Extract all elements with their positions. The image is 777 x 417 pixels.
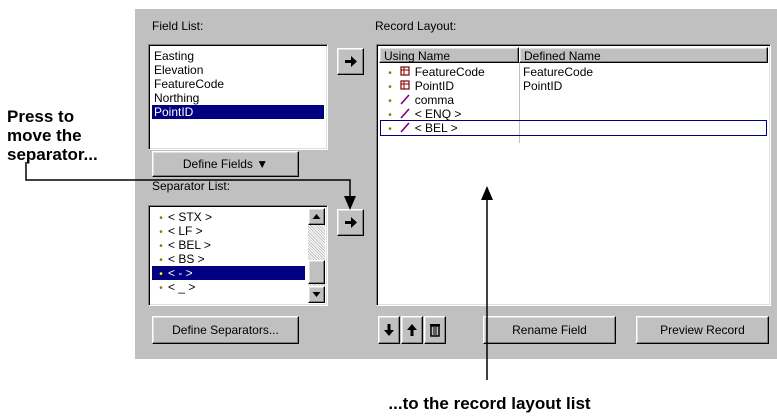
callout-bottom: ...to the record layout list (0, 394, 777, 413)
callout-lines (25, 162, 493, 380)
callout-bottom-text: ...to the record layout list (388, 394, 591, 413)
callout-line-left (25, 162, 351, 204)
callout-arrowhead-left (344, 196, 356, 210)
callout-arrowhead-bottom (481, 186, 493, 200)
